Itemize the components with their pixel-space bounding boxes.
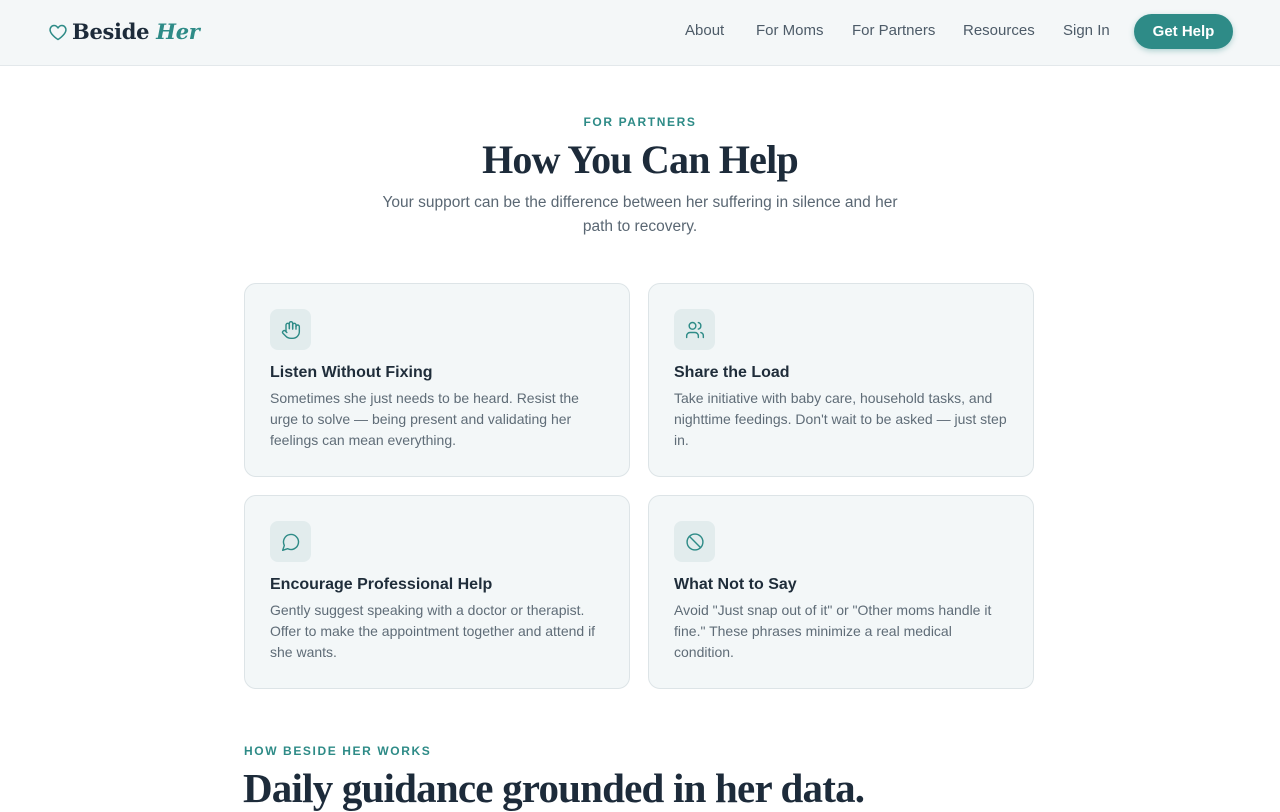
section-title: How You Can Help — [482, 137, 799, 182]
card-listen-without-fixing: Listen Without Fixing Sometimes she just… — [244, 283, 630, 477]
hand-icon — [281, 320, 300, 339]
card-icon-container — [674, 521, 715, 562]
card-icon-container — [270, 309, 311, 350]
brand-name: Beside — [72, 19, 150, 44]
nav-link-for-moms[interactable]: For Moms — [756, 22, 824, 39]
card-title: What Not to Say — [674, 576, 797, 593]
section-description: Your support can be the difference betwe… — [382, 194, 898, 235]
card-title: Listen Without Fixing — [270, 364, 433, 381]
card-description: Sometimes she just needs to be heard. Re… — [270, 390, 579, 448]
site-header: Beside Her About For Moms For Partners R… — [0, 0, 1280, 66]
card-title: Encourage Professional Help — [270, 576, 493, 593]
heart-icon — [49, 24, 67, 40]
card-icon-container — [674, 309, 715, 350]
card-description: Gently suggest speaking with a doctor or… — [270, 602, 596, 660]
card-encourage-professional-help: Encourage Professional Help Gently sugge… — [244, 495, 630, 689]
card-what-not-to-say: What Not to Say Avoid "Just snap out of … — [648, 495, 1034, 689]
ban-icon — [685, 532, 704, 551]
card-title: Share the Load — [674, 364, 790, 381]
how-it-works-title: Daily guidance grounded in her data. — [243, 765, 865, 811]
users-icon — [685, 321, 704, 338]
brand-logo[interactable]: Beside Her — [48, 19, 200, 44]
nav-link-sign-in[interactable]: Sign In — [1063, 22, 1110, 39]
card-icon-container — [270, 521, 311, 562]
card-description: Avoid "Just snap out of it" or "Other mo… — [674, 602, 992, 660]
brand-name-accent: Her — [156, 19, 200, 44]
nav-link-for-partners[interactable]: For Partners — [852, 22, 935, 39]
message-circle-icon — [281, 533, 299, 551]
nav-link-about[interactable]: About — [685, 22, 724, 39]
nav-link-resources[interactable]: Resources — [963, 22, 1035, 39]
card-description: Take initiative with baby care, househol… — [674, 390, 1007, 448]
section-eyebrow: FOR PARTNERS — [583, 115, 697, 129]
get-help-button[interactable]: Get Help — [1134, 14, 1233, 49]
card-share-the-load: Share the Load Take initiative with baby… — [648, 283, 1034, 477]
how-it-works-eyebrow: HOW BESIDE HER WORKS — [244, 744, 432, 758]
